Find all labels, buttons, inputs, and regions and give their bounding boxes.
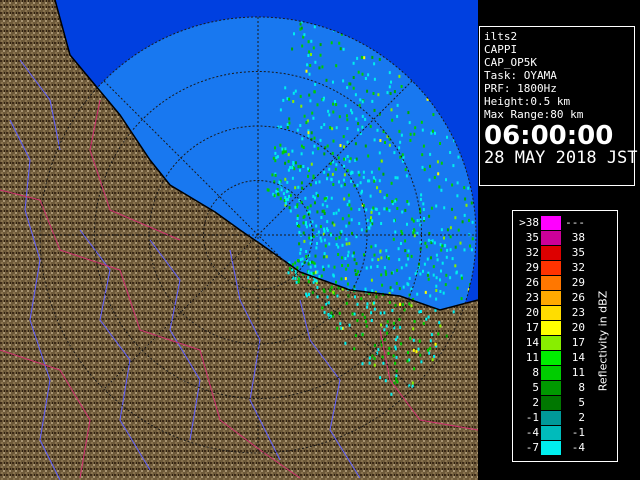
radar-map xyxy=(0,0,478,480)
legend-row: 32 35 xyxy=(513,246,609,260)
legend-high-value: 38 xyxy=(571,231,585,244)
legend-unit-label: Reflectivity in dBZ xyxy=(596,290,610,392)
legend-low-value: -1 xyxy=(525,411,539,424)
product-name: CAPPI xyxy=(484,43,518,56)
legend-low-value: 11 xyxy=(525,351,539,364)
legend-color-swatch xyxy=(541,276,561,290)
legend-color-swatch xyxy=(541,426,561,440)
legend-high-value: 23 xyxy=(571,306,585,319)
legend-low-value: 8 xyxy=(532,366,539,379)
legend-row: >38 --- xyxy=(513,216,609,230)
legend-high-value: 32 xyxy=(571,261,585,274)
legend-row: -4 -1 xyxy=(513,426,609,440)
legend-high-value: 2 xyxy=(578,411,585,424)
legend-high-value: -4 xyxy=(571,441,585,454)
legend-low-value: 26 xyxy=(525,276,539,289)
legend-high-value: 17 xyxy=(571,336,585,349)
legend-color-swatch xyxy=(541,231,561,245)
reflectivity-legend: >38 --- 35 38 32 35 29 32 26 29 23 26 20 23 17 20 14 17 11… xyxy=(512,210,618,462)
legend-color-swatch xyxy=(541,291,561,305)
legend-low-value: 2 xyxy=(532,396,539,409)
legend-low-value: 17 xyxy=(525,321,539,334)
legend-color-swatch xyxy=(541,411,561,425)
legend-high-value: 14 xyxy=(571,351,585,364)
observation-date: 28 MAY 2018 JST xyxy=(484,148,638,168)
legend-high-value: 11 xyxy=(571,366,585,379)
legend-color-swatch xyxy=(541,246,561,260)
legend-color-swatch xyxy=(541,321,561,335)
legend-color-swatch xyxy=(541,351,561,365)
legend-low-value: 14 xyxy=(525,336,539,349)
legend-low-value: 5 xyxy=(532,381,539,394)
prf-value: PRF: 1800Hz xyxy=(484,82,557,95)
legend-high-value: 26 xyxy=(571,291,585,304)
legend-low-value: -4 xyxy=(525,426,539,439)
legend-color-swatch xyxy=(541,366,561,380)
max-range-value: Max Range:80 km xyxy=(484,108,584,121)
scan-name: CAP_OP5K xyxy=(484,56,537,69)
legend-low-value: 32 xyxy=(525,246,539,259)
height-value: Height:0.5 km xyxy=(484,95,571,108)
legend-color-swatch xyxy=(541,441,561,455)
legend-high-value: 35 xyxy=(571,246,585,259)
legend-color-swatch xyxy=(541,336,561,350)
legend-color-swatch xyxy=(541,396,561,410)
legend-high-value: 8 xyxy=(578,381,585,394)
legend-color-swatch xyxy=(541,306,561,320)
legend-high-value: 20 xyxy=(571,321,585,334)
legend-high-value: 29 xyxy=(571,276,585,289)
station-name: ilts2 xyxy=(484,30,518,43)
legend-low-value: 20 xyxy=(525,306,539,319)
legend-row: -7 -4 xyxy=(513,441,609,455)
info-panel: ilts2 CAPPI CAP_OP5K Task: OYAMA PRF: 18… xyxy=(479,26,638,186)
legend-high-value: -1 xyxy=(571,426,585,439)
legend-low-value: 35 xyxy=(525,231,539,244)
legend-row: 35 38 xyxy=(513,231,609,245)
observation-time: 06:00:00 xyxy=(484,121,614,151)
legend-color-swatch xyxy=(541,261,561,275)
legend-high-value: 5 xyxy=(578,396,585,409)
legend-color-swatch xyxy=(541,216,561,230)
legend-low-value: 29 xyxy=(525,261,539,274)
legend-low-value: 23 xyxy=(525,291,539,304)
task-name: Task: OYAMA xyxy=(484,69,557,82)
legend-high-value: --- xyxy=(565,216,585,229)
legend-low-value: -7 xyxy=(525,441,539,454)
legend-row: -1 2 xyxy=(513,411,609,425)
legend-low-value: >38 xyxy=(519,216,539,229)
legend-color-swatch xyxy=(541,381,561,395)
